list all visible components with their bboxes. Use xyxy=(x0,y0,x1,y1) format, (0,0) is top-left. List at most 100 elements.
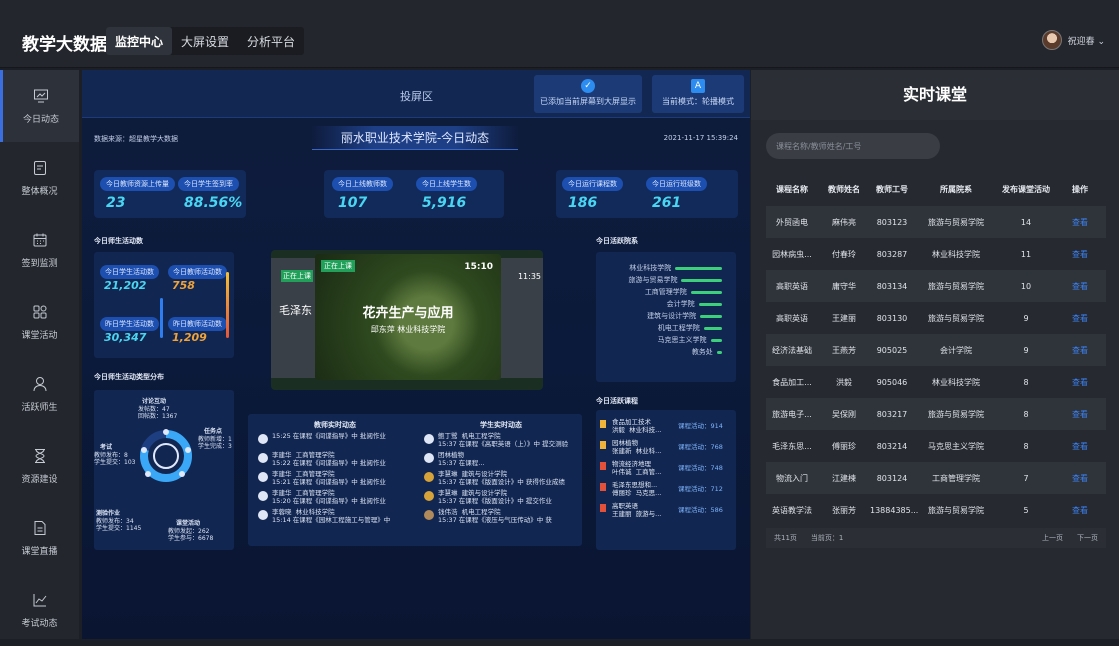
pager-current: 当前页：1 xyxy=(810,534,844,542)
avatar xyxy=(258,472,268,482)
table-cell: 吴保刚 xyxy=(832,409,856,419)
avatar xyxy=(424,434,434,444)
table-cell: 食品加工... xyxy=(772,377,812,387)
view-link[interactable]: 查看 xyxy=(1054,249,1106,260)
calendar-icon xyxy=(33,233,46,246)
dept-list: 林业科技学院 旅游与贸易学院 工商管理学院 会计学院 建筑与设计学院 机电工程学院 马克思主… xyxy=(596,262,736,358)
table-cell: 马克思主义学院 xyxy=(928,441,984,451)
list-item: 高职英语 王建丽 旅游与... 课程活动：586 xyxy=(600,502,730,523)
nav-tabs: 监控中心 大屏设置 分析平台 xyxy=(106,27,305,55)
dist-class-value: 教师发起：262 学生参与：6678 xyxy=(168,528,214,542)
view-link[interactable]: 查看 xyxy=(1054,313,1106,324)
table-cell: 9 xyxy=(1023,313,1029,323)
sidebar-item-label: 今日动态 xyxy=(22,114,59,125)
tab-monitor[interactable]: 监控中心 xyxy=(106,27,173,55)
realtime-panel: 实时课堂 课程名称 教师姓名 教师工号 所属院系 发布课堂活动 操作 外贸函电 麻… xyxy=(751,70,1119,639)
next-live-card[interactable]: 11:35 xyxy=(495,258,543,378)
sidebar-item-exam[interactable]: 考试动态 xyxy=(0,574,79,646)
dept-row: 工商管理学院 xyxy=(596,286,722,298)
dept-name: 林业科技学院 xyxy=(629,264,672,272)
dept-bar xyxy=(690,290,722,294)
table-cell: 803214 xyxy=(876,441,908,451)
added-to-screen-button[interactable]: ✓ 已添加当前屏幕到大屏显示 xyxy=(534,75,642,113)
stat-card-running: 今日运行课程数 186 今日运行班级数 261 xyxy=(556,170,738,218)
dist-exam-value: 教师发布：8 学生提交：103 xyxy=(94,452,136,466)
view-link[interactable]: 查看 xyxy=(1054,217,1106,228)
top-bar: 教学大数据 监控中心 大屏设置 分析平台 祝迎春 ⌄ xyxy=(0,0,1119,68)
distribution-donut xyxy=(140,429,192,482)
dept-name: 建筑与设计学院 xyxy=(647,312,697,320)
feed-item: 钱伟浩 机电工程学院 15:37 在课程《液压与气压传动》中 获 xyxy=(424,508,578,527)
mode-label: 当前模式：轮播模式 xyxy=(662,97,734,106)
tab-analysis[interactable]: 分析平台 xyxy=(238,27,304,55)
current-live-card[interactable]: 正在上课 15:10 花卉生产与应用 邱东萍 林业科技学院 xyxy=(315,254,501,380)
activity-panel: 今日学生活动数 21,202 今日教师活动数 758 昨日学生活动数 30,34… xyxy=(94,252,234,358)
avatar xyxy=(424,472,434,482)
live-teacher: 邱东萍 林业科技学院 xyxy=(370,325,446,334)
monitor-icon xyxy=(34,89,48,102)
projection-bar: 投屏区 ✓ 已添加当前屏幕到大屏显示 A 当前模式：轮播模式 xyxy=(82,70,750,118)
table-row: 旅游电子... 吴保刚 803217 旅游与贸易学院 8 查看 xyxy=(766,398,1106,430)
table-cell: 905025 xyxy=(876,345,908,355)
dept-row: 会计学院 xyxy=(596,298,722,310)
dist-quiz-value: 教师发布：34 学生提交：1145 xyxy=(96,518,142,532)
student-feed-title: 学生实时动态 xyxy=(480,421,522,429)
flag-icon xyxy=(600,483,606,491)
student-activity-bar xyxy=(160,298,163,338)
teacher-feed: 15:25 在课程《间谍指导》中 批阅作业 李建华 工商管理学院 15:22 在… xyxy=(258,432,414,527)
next-page-button[interactable]: 下一页 xyxy=(1077,533,1098,543)
sidebar-item-signin[interactable]: 签到监测 xyxy=(0,214,79,286)
table-cell: 8 xyxy=(1023,377,1029,387)
list-item: 食品加工技术 洪毅 林业科技... 课程活动：914 xyxy=(600,418,730,439)
table-cell: 8 xyxy=(1023,441,1029,451)
user-menu[interactable]: 祝迎春 ⌄ xyxy=(1041,30,1105,50)
line-chart-icon xyxy=(33,593,46,606)
live-class-carousel[interactable]: 正在上课 毛泽东 11:35 正在上课 15:10 花卉生产与应用 邱东萍 林业… xyxy=(271,250,543,390)
flag-icon xyxy=(600,441,606,449)
view-link[interactable]: 查看 xyxy=(1054,409,1106,420)
search-input[interactable] xyxy=(766,133,940,159)
table-cell: 物流入门 xyxy=(776,473,808,483)
view-link[interactable]: 查看 xyxy=(1054,281,1106,292)
mode-button[interactable]: A 当前模式：轮播模式 xyxy=(652,75,744,113)
sidebar-item-class-activity[interactable]: 课堂活动 xyxy=(0,286,79,358)
view-link[interactable]: 查看 xyxy=(1054,345,1106,356)
sidebar-item-active-users[interactable]: 活跃师生 xyxy=(0,358,79,430)
sidebar-item-overview[interactable]: 整体概况 xyxy=(0,142,79,214)
table-cell: 旅游电子... xyxy=(772,409,812,419)
table-cell: 905046 xyxy=(876,377,908,387)
dist-quiz-label: 测验作业 xyxy=(96,510,121,517)
flag-icon xyxy=(600,504,606,512)
dept-row: 旅游与贸易学院 xyxy=(596,274,722,286)
live-time: 15:10 xyxy=(464,262,493,272)
avatar xyxy=(424,491,434,501)
mode-icon: A xyxy=(691,79,705,93)
timestamp: 2021-11-17 15:39:24 xyxy=(663,134,738,142)
dept-row: 建筑与设计学院 xyxy=(596,310,722,322)
view-link[interactable]: 查看 xyxy=(1054,441,1106,452)
sidebar-item-live[interactable]: 课堂直播 xyxy=(0,502,79,574)
table-cell: 毛泽东思... xyxy=(772,441,812,451)
table-cell: 会计学院 xyxy=(940,345,972,355)
sidebar-item-resources[interactable]: 资源建设 xyxy=(0,430,79,502)
sidebar: 今日动态 整体概况 签到监测 课堂活动 活跃师生 资源建设 课堂直播 考试动态 xyxy=(0,70,79,639)
table-cell: 旅游与贸易学院 xyxy=(928,217,984,227)
view-link[interactable]: 查看 xyxy=(1054,505,1106,516)
view-link[interactable]: 查看 xyxy=(1054,473,1106,484)
prev-page-button[interactable]: 上一页 xyxy=(1042,533,1063,543)
sidebar-item-today[interactable]: 今日动态 xyxy=(0,70,79,142)
table-cell: 张丽芳 xyxy=(832,505,856,515)
dist-discuss-label: 讨论互动 xyxy=(142,398,167,405)
table-cell: 高职英语 xyxy=(776,313,808,323)
projection-screen: 投屏区 ✓ 已添加当前屏幕到大屏显示 A 当前模式：轮播模式 数据来源：超星教学… xyxy=(82,70,750,639)
prev-live-card[interactable]: 正在上课 毛泽东 xyxy=(271,258,321,378)
stat-resource-upload: 今日教师资源上传量 23 xyxy=(100,176,175,211)
table-cell: 5 xyxy=(1023,505,1029,515)
dept-bar xyxy=(675,266,722,270)
teacher-feed-title: 教师实时动态 xyxy=(314,421,356,429)
view-link[interactable]: 查看 xyxy=(1054,377,1106,388)
tab-screen-settings[interactable]: 大屏设置 xyxy=(172,27,238,55)
table-cell: 江建楝 xyxy=(832,473,856,483)
avatar xyxy=(258,434,268,444)
avatar xyxy=(424,510,434,520)
